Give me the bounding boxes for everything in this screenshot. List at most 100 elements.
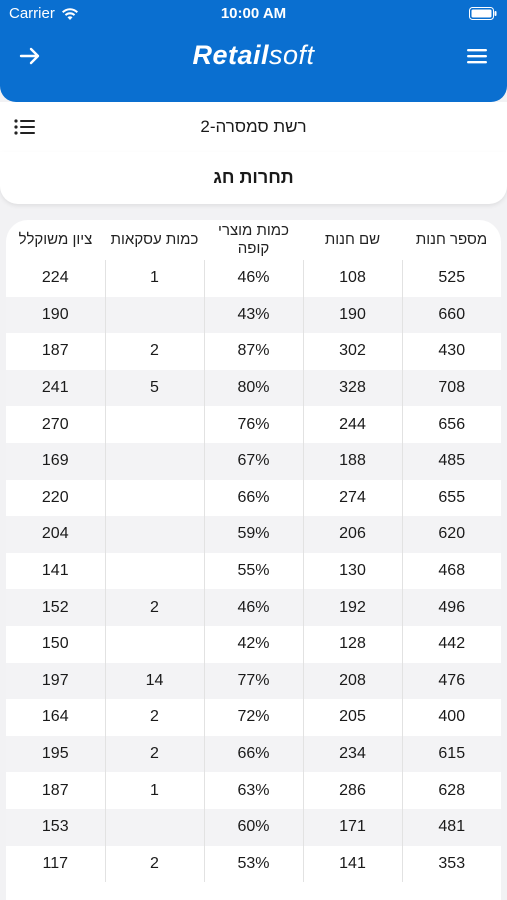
table-cell: 14 [104,662,204,700]
table-row[interactable]: 353 141 53% 2 117 [6,845,501,883]
table-cell: 2 [104,845,204,883]
table-row[interactable]: 496 192 46% 2 152 [6,589,501,626]
table-cell: 270 [6,406,105,443]
table-header-row: מספר חנות שם חנות כמות מוצרי קופה כמות עסקא… [6,220,501,260]
table-cell: 204 [6,516,105,553]
table-row[interactable]: 620 206 59% 204 [6,516,501,553]
table-body: 525 108 46% 1 224 660 190 43% 190 430 302 87% 2 187 70… [6,260,501,883]
table-row[interactable]: 708 328 80% 5 241 [6,369,501,407]
table-cell: 241 [6,369,105,407]
table-row[interactable]: 400 205 72% 2 164 [6,699,501,736]
status-time: 10:00 AM [220,5,287,22]
logo-text-bold: Retail [192,40,269,70]
table-cell: 244 [302,406,402,443]
logo-text-light: soft [269,40,315,70]
table-row[interactable]: 442 128 42% 150 [6,625,501,663]
table-row[interactable]: 660 190 43% 190 [6,296,501,334]
column-header[interactable]: שם חנות [303,220,402,260]
table-cell: 525 [401,260,501,297]
table-cell: 152 [6,589,105,626]
table-cell [104,479,204,517]
table-cell: 485 [401,442,501,480]
table-cell: 128 [302,625,402,663]
table-cell: 205 [302,699,402,736]
results-table: מספר חנות שם חנות כמות מוצרי קופה כמות עסקא… [6,220,501,883]
table-cell: 150 [6,625,105,663]
table-row[interactable]: 655 274 66% 220 [6,479,501,517]
table-cell: 153 [6,808,105,846]
page-title: תחרות חג [213,167,294,187]
table-cell: 53% [203,845,303,883]
table-cell: 195 [6,735,105,773]
table-cell: 187 [6,333,105,370]
network-label: רשת סמסרה-2 [200,117,307,136]
table-cell: 655 [401,479,501,517]
table-cell: 328 [302,369,402,407]
table-cell: 66% [203,479,303,517]
table-cell: 46% [203,589,303,626]
nav-row: Retailsoft [0,36,507,76]
table-cell: 615 [401,735,501,773]
table-cell: 708 [401,369,501,407]
table-row[interactable]: 628 286 63% 1 187 [6,772,501,809]
table-cell: 63% [203,772,303,809]
table-cell: 2 [104,333,204,370]
table-row[interactable]: 430 302 87% 2 187 [6,333,501,370]
table-cell: 43% [203,296,303,334]
table-cell: 1 [104,260,204,297]
column-header[interactable]: ציון משוקלל [6,220,105,260]
table-cell: 224 [6,260,105,297]
table-cell: 108 [302,260,402,297]
table-cell: 400 [401,699,501,736]
column-header[interactable]: מספר חנות [402,220,501,260]
table-cell: 192 [302,589,402,626]
table-cell: 117 [6,845,105,883]
table-cell: 234 [302,735,402,773]
table-row[interactable]: 468 130 55% 141 [6,552,501,590]
table-cell: 286 [302,772,402,809]
table-cell: 496 [401,589,501,626]
table-cell: 171 [302,808,402,846]
table-cell [104,442,204,480]
menu-button[interactable] [461,40,493,72]
table-cell: 77% [203,662,303,700]
table-row[interactable]: 656 244 76% 270 [6,406,501,443]
table-cell: 187 [6,772,105,809]
table-cell: 628 [401,772,501,809]
table-cell: 66% [203,735,303,773]
table-cell: 468 [401,552,501,590]
table-cell: 80% [203,369,303,407]
column-header[interactable]: כמות מוצרי קופה [204,220,303,260]
column-header[interactable]: כמות עסקאות [105,220,204,260]
table-row[interactable]: 476 208 77% 14 197 [6,662,501,700]
table-row[interactable]: 525 108 46% 1 224 [6,260,501,297]
table-cell: 197 [6,662,105,700]
table-cell: 87% [203,333,303,370]
table-row[interactable]: 481 171 60% 153 [6,808,501,846]
hamburger-icon [467,49,487,64]
table-cell: 1 [104,772,204,809]
table-row[interactable]: 485 188 67% 169 [6,442,501,480]
table-cell: 72% [203,699,303,736]
table-cell: 190 [6,296,105,334]
table-cell: 274 [302,479,402,517]
table-cell: 46% [203,260,303,297]
app-header: Carrier 10:00 AM Retailsoft [0,0,507,102]
table-cell: 169 [6,442,105,480]
table-cell: 76% [203,406,303,443]
table-cell: 206 [302,516,402,553]
table-cell: 620 [401,516,501,553]
table-cell [104,296,204,334]
table-cell: 2 [104,735,204,773]
table-cell: 302 [302,333,402,370]
table-cell: 660 [401,296,501,334]
network-bar: רשת סמסרה-2 [0,102,507,152]
results-table-container[interactable]: מספר חנות שם חנות כמות מוצרי קופה כמות עסקא… [6,220,501,900]
table-cell: 353 [401,845,501,883]
table-cell: 188 [302,442,402,480]
table-cell: 130 [302,552,402,590]
table-cell: 141 [6,552,105,590]
table-cell: 430 [401,333,501,370]
table-cell: 220 [6,479,105,517]
table-row[interactable]: 615 234 66% 2 195 [6,735,501,773]
